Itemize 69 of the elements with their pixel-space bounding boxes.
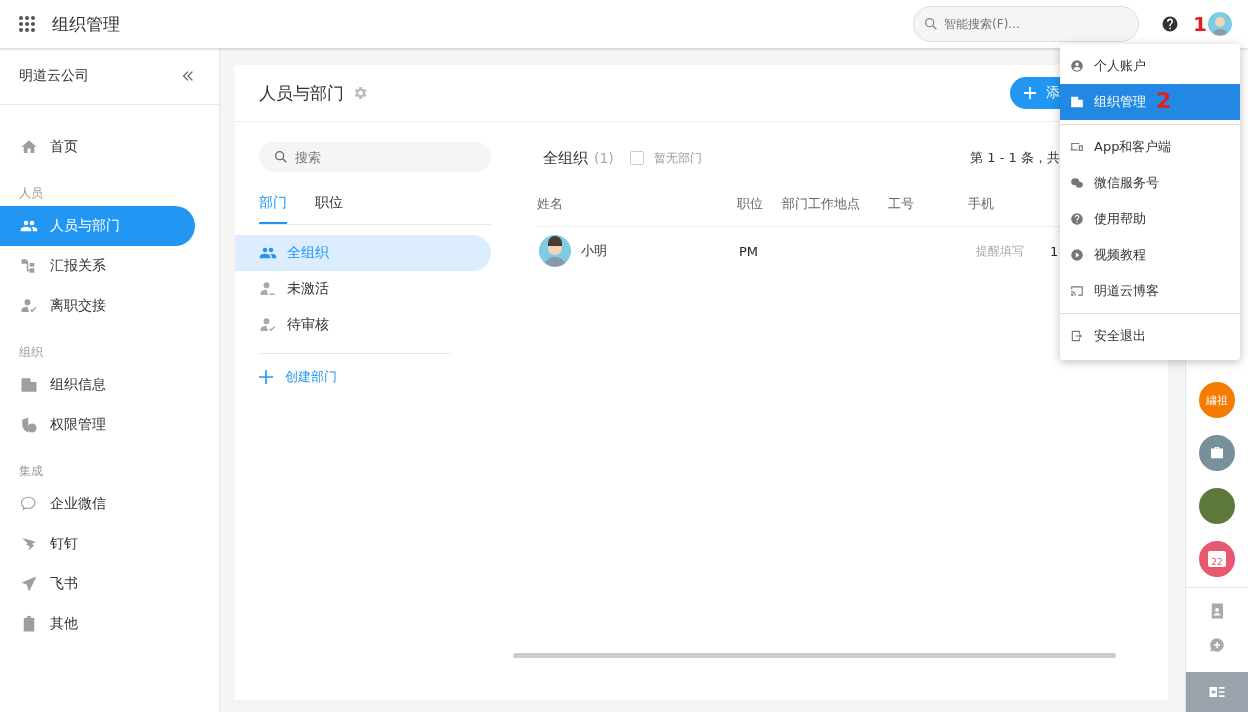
section-heading: 组织 — [18, 344, 44, 361]
devices-icon — [1070, 140, 1084, 154]
user-minus-icon — [259, 280, 277, 298]
list-title: 全组织 — [543, 148, 588, 168]
cast-icon — [1070, 284, 1084, 298]
nav-item[interactable]: 飞书 — [0, 564, 195, 604]
user-check-icon — [20, 297, 38, 315]
menu-item[interactable]: 明道云博客 — [1060, 273, 1240, 309]
apps-grid-icon[interactable] — [18, 15, 36, 33]
nav-item[interactable]: 其他 — [0, 604, 195, 644]
avatar[interactable] — [1208, 12, 1232, 36]
table-cell-text: PM — [739, 243, 760, 259]
help-icon — [1070, 212, 1084, 226]
annotation-number: 1 — [1193, 14, 1207, 34]
table-cell-text: 1 — [1050, 243, 1060, 259]
tab[interactable]: 职位 — [315, 190, 343, 224]
checkbox-label: 暂无部门 — [653, 149, 702, 167]
column-header: 部门工作地点 — [782, 195, 861, 213]
table-cell-text: 提醒填写 — [975, 243, 1024, 258]
department-item[interactable]: 待审核 — [235, 307, 491, 343]
member-count: (1) — [594, 150, 614, 166]
search-field[interactable]: 搜索 — [259, 142, 491, 172]
nav-item[interactable]: 离职交接 — [0, 286, 195, 326]
chat-icon — [20, 495, 38, 513]
column-header: 职位 — [737, 195, 764, 213]
avatar — [539, 235, 571, 267]
annotation-number: 2 — [1156, 90, 1172, 112]
add-chat-icon[interactable] — [1208, 636, 1226, 654]
menu-item[interactable]: 视频教程 — [1060, 237, 1240, 273]
menu-item[interactable]: 使用帮助 — [1060, 201, 1240, 237]
play-icon — [1070, 248, 1084, 262]
app-icon[interactable]: 22 — [1199, 541, 1235, 577]
table-cell: 小明 — [581, 242, 607, 260]
menu-item[interactable]: 安全退出 — [1060, 318, 1240, 354]
nav-item[interactable]: 企业微信 — [0, 484, 195, 524]
user-check-icon — [259, 316, 277, 334]
section-heading: 人员 — [18, 185, 44, 202]
home-icon — [20, 138, 38, 156]
plus-icon — [259, 370, 273, 384]
exit-icon — [1070, 329, 1084, 343]
nav-item[interactable]: 组织信息 — [0, 365, 195, 405]
plus-icon — [1024, 87, 1036, 99]
column-header: 工号 — [888, 195, 915, 213]
section-heading: 集成 — [18, 463, 44, 480]
column-header: 姓名 — [537, 195, 564, 213]
settings-icon[interactable] — [352, 85, 368, 101]
page-title: 人员与部门 — [259, 81, 344, 105]
nav-item[interactable]: 首页 — [0, 127, 195, 167]
checkbox[interactable] — [629, 151, 644, 165]
app-icon[interactable] — [1199, 435, 1235, 471]
nav-item[interactable]: 汇报关系 — [0, 246, 195, 286]
search-field[interactable]: 智能搜索(F)... — [913, 6, 1140, 42]
nav-item[interactable]: 权限管理 — [0, 405, 195, 445]
department-item[interactable]: 未激活 — [235, 271, 491, 307]
collapse-icon[interactable] — [181, 69, 195, 83]
menu-item[interactable]: 微信服务号 — [1060, 165, 1240, 201]
scrollbar[interactable] — [513, 653, 1116, 658]
column-header: 手机 — [968, 195, 995, 213]
collapse-panel-button[interactable] — [1186, 672, 1248, 712]
plane-icon — [20, 575, 38, 593]
help-icon[interactable] — [1161, 15, 1180, 33]
app-title: 组织管理 — [52, 12, 121, 36]
photo-placeholder[interactable] — [1199, 488, 1235, 524]
pagination-text: 第 1 - 1 条，共 — [970, 149, 1060, 167]
menu-item[interactable]: 个人账户 — [1060, 48, 1240, 84]
company-name: 明道云公司 — [19, 67, 89, 85]
search-icon — [273, 149, 289, 165]
menu-item[interactable]: App和客户端 — [1060, 129, 1240, 165]
nav-item[interactable]: 钉钉 — [0, 524, 195, 564]
